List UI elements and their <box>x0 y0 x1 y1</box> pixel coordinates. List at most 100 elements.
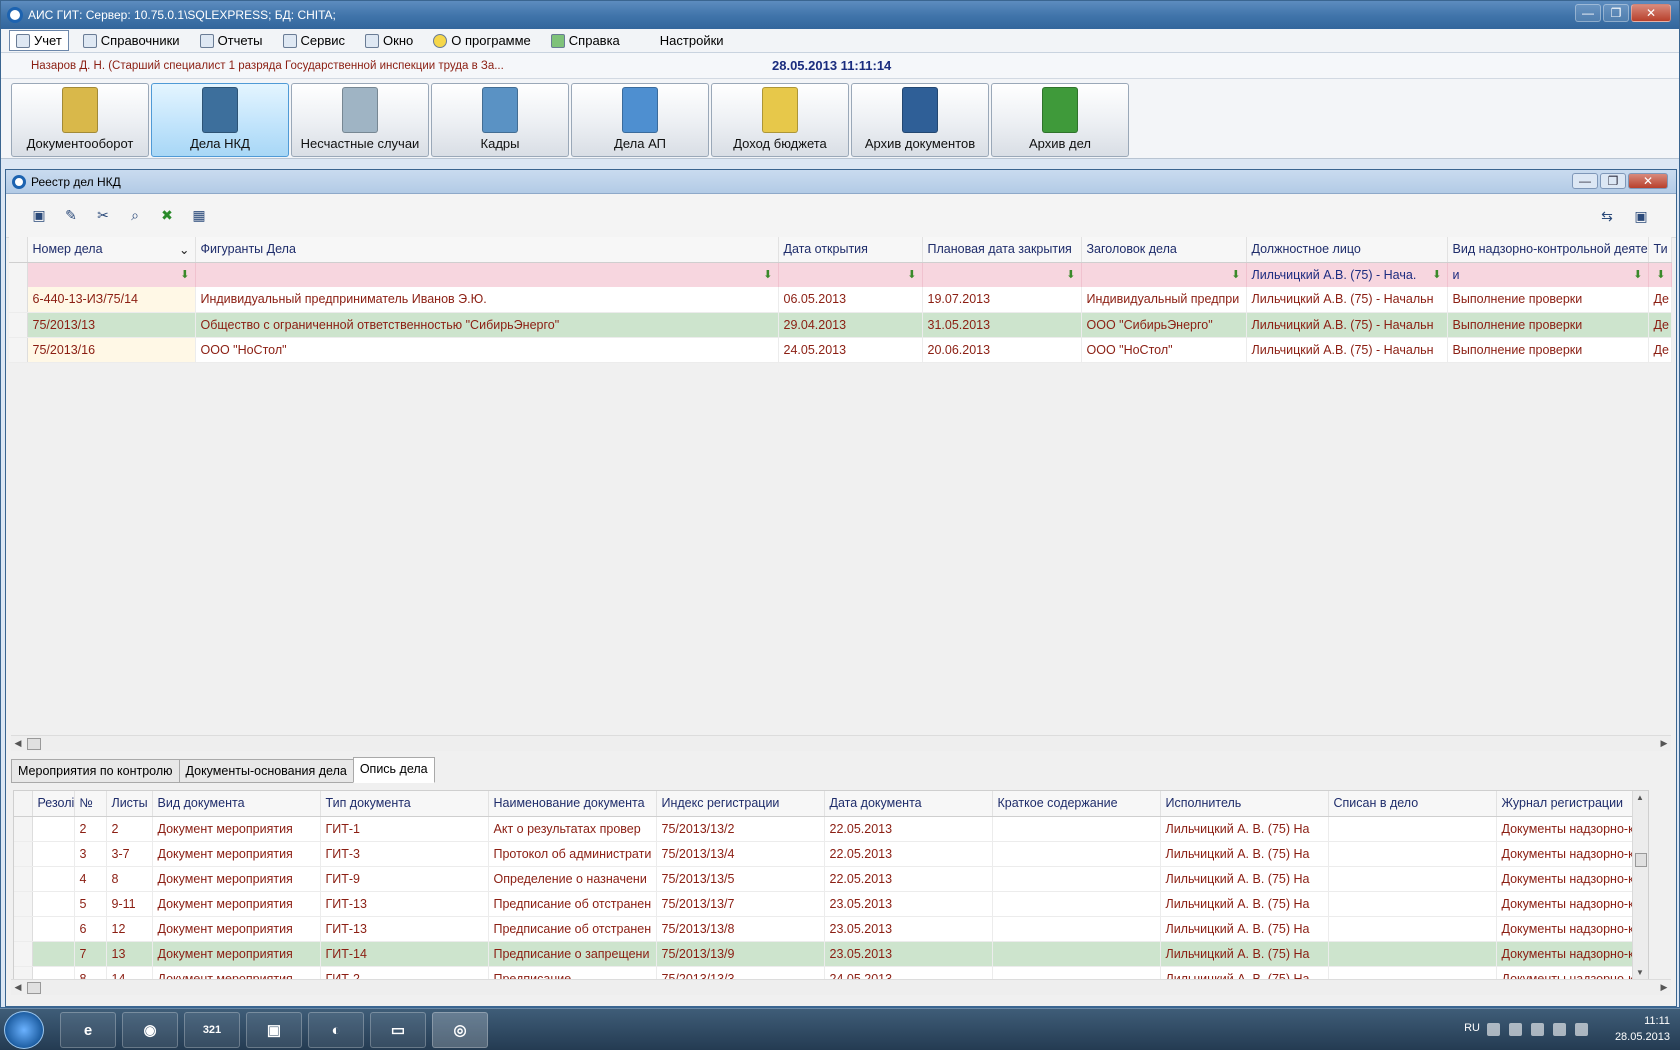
table-row[interactable]: 48 Документ мероприятия ГИТ-9 Определение… <box>14 866 1635 892</box>
scroll-thumb[interactable] <box>27 981 41 994</box>
filter-close[interactable]: ⬇ <box>922 262 1082 287</box>
scroll-right-icon[interactable]: ▶ <box>1657 738 1671 749</box>
scroll-left-icon[interactable]: ◀ <box>11 982 25 993</box>
filter-nomer[interactable]: ⬇ <box>27 262 196 287</box>
scroll-thumb[interactable] <box>27 737 41 750</box>
module-arkhiv-dokumentov[interactable]: Архив документов <box>851 83 989 157</box>
menu-spravka[interactable]: Справка <box>545 31 626 50</box>
col-figuranty[interactable]: Фигуранты Дела <box>195 237 779 263</box>
filter-figuranty[interactable]: ⬇ <box>195 262 779 287</box>
col-data-dokumenta[interactable]: Дата документа <box>824 791 993 817</box>
cases-grid-hscrollbar[interactable]: ◀ ▶ <box>11 735 1671 751</box>
filter-arrow-icon[interactable]: ⬇ <box>1432 268 1441 281</box>
filter-zagolovok[interactable]: ⬇ <box>1081 262 1247 287</box>
menu-nastroiki[interactable]: Настройки <box>654 31 730 50</box>
col-listy[interactable]: Листы <box>106 791 153 817</box>
filter-arrow-icon[interactable]: ⬇ <box>1231 268 1240 281</box>
scroll-up-icon[interactable]: ▲ <box>1636 793 1644 802</box>
col-planovaya-data[interactable]: Плановая дата закрытия <box>922 237 1082 263</box>
folder-icon[interactable]: ▭ <box>370 1012 426 1048</box>
ie-icon[interactable]: e <box>60 1012 116 1048</box>
table-row[interactable]: 75/2013/16 ООО "НоСтол" 24.05.2013 20.06… <box>9 337 1672 363</box>
table-row[interactable]: 22 Документ мероприятия ГИТ-1 Акт о резул… <box>14 816 1635 842</box>
filter-open[interactable]: ⬇ <box>778 262 923 287</box>
tab-opis-dela[interactable]: Опись дела <box>352 757 435 783</box>
filter-vid[interactable]: и ⬇ <box>1447 262 1649 287</box>
module-dela-nkd[interactable]: Дела НКД <box>151 83 289 157</box>
minimize-icon[interactable]: — <box>1572 173 1598 189</box>
tab-dokumenty-osnovaniya[interactable]: Документы-основания дела <box>178 759 354 783</box>
network-icon[interactable] <box>1531 1023 1544 1036</box>
inventory-vscrollbar[interactable]: ▲ ▼ <box>1632 791 1648 979</box>
scroll-left-icon[interactable]: ◀ <box>11 738 25 749</box>
col-tip-dokumenta[interactable]: Тип документа <box>320 791 489 817</box>
col-nomer-dela[interactable]: Номер дела ⌄ <box>27 237 196 263</box>
menu-okno[interactable]: Окно <box>359 31 419 50</box>
drive-icon[interactable] <box>1575 1023 1588 1036</box>
filter-tip[interactable]: ⬇ <box>1648 262 1672 287</box>
scroll-down-icon[interactable]: ▼ <box>1636 968 1644 977</box>
col-ispolnitel[interactable]: Исполнитель <box>1160 791 1329 817</box>
start-button-icon[interactable] <box>4 1011 44 1049</box>
minimize-icon[interactable]: — <box>1575 4 1601 22</box>
module-neschastnye-sluchai[interactable]: Несчастные случаи <box>291 83 429 157</box>
module-dokumentooborot[interactable]: Документооборот <box>11 83 149 157</box>
col-zagolovok[interactable]: Заголовок дела <box>1081 237 1247 263</box>
table-row[interactable]: 8 14 Документ мероприятия ГИТ-2 Предписани… <box>14 966 1635 979</box>
ais-git-app-icon[interactable]: ◎ <box>432 1012 488 1048</box>
close-icon[interactable]: ✕ <box>1628 173 1668 189</box>
table-row[interactable]: 3 3-7 Документ мероприятия ГИТ-3 Протокол … <box>14 841 1635 867</box>
inventory-hscrollbar[interactable]: ◀ ▶ <box>11 979 1671 995</box>
table-row[interactable]: 6 12 Документ мероприятия ГИТ-13 Предписан… <box>14 916 1635 942</box>
module-dela-ap[interactable]: Дела АП <box>571 83 709 157</box>
col-vid-deyatelnosti[interactable]: Вид надзорно-контрольной деяте <box>1447 237 1649 263</box>
col-indeks[interactable]: Индекс регистрации <box>656 791 825 817</box>
filter-arrow-icon[interactable]: ⬇ <box>180 268 189 281</box>
col-kratkoe-soderzhanie[interactable]: Краткое содержание <box>992 791 1161 817</box>
calendar-app-icon[interactable]: 321 <box>184 1012 240 1048</box>
table-row-selected[interactable]: 75/2013/13 Общество с ограниченной ответ… <box>9 312 1672 338</box>
scissors-icon[interactable]: ✂ <box>94 207 112 225</box>
col-tip[interactable]: Ти <box>1648 237 1672 263</box>
col-naimenovanie[interactable]: Наименование документа <box>488 791 657 817</box>
new-record-icon[interactable]: ▣ <box>30 207 48 225</box>
clock[interactable]: 11:11 28.05.2013 <box>1615 1013 1670 1045</box>
module-arkhiv-del[interactable]: Архив дел <box>991 83 1129 157</box>
col-data-otkrytiya[interactable]: Дата открытия <box>778 237 923 263</box>
table-row[interactable]: 5 9-11 Документ мероприятия ГИТ-13 Предпис… <box>14 891 1635 917</box>
restore-icon[interactable]: ❐ <box>1603 4 1629 22</box>
floppy-icon[interactable]: ▣ <box>246 1012 302 1048</box>
module-kadry[interactable]: Кадры <box>431 83 569 157</box>
filter-arrow-icon[interactable]: ⬇ <box>1656 268 1665 281</box>
language-indicator[interactable]: RU <box>1464 1022 1480 1034</box>
col-zhurnal[interactable]: Журнал регистрации <box>1496 791 1635 817</box>
module-dohod-byudzheta[interactable]: Доход бюджета <box>711 83 849 157</box>
table-row[interactable]: 6-440-13-ИЗ/75/14 Индивидуальный предпри… <box>9 287 1672 313</box>
panel-icon[interactable]: ▣ <box>1632 207 1650 225</box>
filter-arrow-icon[interactable]: ⬇ <box>763 268 772 281</box>
tab-meropriyatiya[interactable]: Мероприятия по контролю <box>11 759 180 783</box>
filter-official[interactable]: Лильчицкий А.В. (75) - Нача. ⬇ <box>1246 262 1448 287</box>
chrome-icon[interactable]: ◉ <box>122 1012 178 1048</box>
col-spisan-v-delo[interactable]: Списан в дело <box>1328 791 1497 817</box>
filter-arrow-icon[interactable]: ⬇ <box>907 268 916 281</box>
col-dolzhnostnoe-litso[interactable]: Должностное лицо <box>1246 237 1448 263</box>
menu-spravochniki[interactable]: Справочники <box>77 31 186 50</box>
close-icon[interactable]: ✕ <box>1631 4 1671 22</box>
filter-arrow-icon[interactable]: ⬇ <box>1633 268 1642 281</box>
calculator-icon[interactable]: ▦ <box>190 207 208 225</box>
show-hidden-icon[interactable] <box>1487 1023 1500 1036</box>
flag-icon[interactable] <box>1509 1023 1522 1036</box>
menu-uchet[interactable]: Учет <box>9 30 69 51</box>
link-icon[interactable]: ⇆ <box>1598 207 1616 225</box>
edit-icon[interactable]: ✎ <box>62 207 80 225</box>
menu-o-programme[interactable]: О программе <box>427 31 537 50</box>
scroll-thumb[interactable] <box>1635 853 1647 867</box>
firefox-icon[interactable]: ◐ <box>308 1012 364 1048</box>
menu-servis[interactable]: Сервис <box>277 31 352 50</box>
filter-arrow-icon[interactable]: ⬇ <box>1066 268 1075 281</box>
table-row-selected[interactable]: 7 13 Документ мероприятия ГИТ-14 Предписан… <box>14 941 1635 967</box>
menu-otchety[interactable]: Отчеты <box>194 31 269 50</box>
excel-export-icon[interactable]: ✖ <box>158 207 176 225</box>
volume-icon[interactable] <box>1553 1023 1566 1036</box>
